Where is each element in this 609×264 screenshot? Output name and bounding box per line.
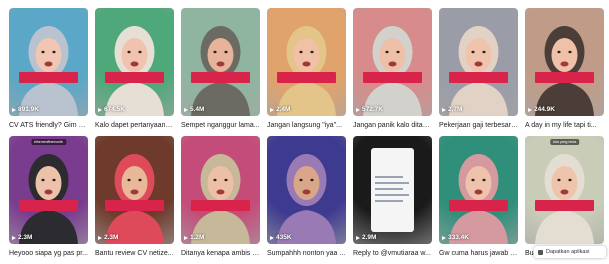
video-thumbnail[interactable]: 435K bbox=[267, 136, 346, 244]
play-icon bbox=[356, 107, 360, 112]
video-caption[interactable]: CV ATS friendly? Gim m... bbox=[9, 120, 88, 136]
video-caption[interactable]: Jangan langsung "iya"... bbox=[267, 120, 346, 136]
play-icon bbox=[98, 235, 102, 240]
video-thumbnail[interactable]: 244.9K bbox=[525, 8, 604, 116]
person-figure bbox=[105, 154, 164, 244]
view-count: 1.2M bbox=[184, 234, 204, 241]
get-app-label: Dapatkan aplikasi bbox=[546, 249, 590, 255]
video-caption[interactable]: Pekerjaan gaji terbesar ... bbox=[439, 120, 518, 136]
view-count-text: 891.9K bbox=[18, 106, 39, 113]
video-caption[interactable]: Sempet nganggur lama... bbox=[181, 120, 260, 136]
get-app-popup[interactable]: Dapatkan aplikasi bbox=[534, 246, 606, 258]
thumbnail-overlay-label bbox=[449, 200, 508, 211]
thumbnail-overlay-label bbox=[105, 200, 164, 211]
play-icon bbox=[442, 235, 446, 240]
view-count: 435K bbox=[270, 234, 292, 241]
video-caption[interactable]: Reply to @vmutiaraa w... bbox=[353, 248, 432, 264]
view-count: 2.7M bbox=[442, 106, 462, 113]
view-count: 2.3M bbox=[98, 234, 118, 241]
thumbnail-overlay-label bbox=[19, 72, 78, 83]
video-thumbnail[interactable]: 333.4K bbox=[439, 136, 518, 244]
video-thumbnail[interactable]: 891.9K bbox=[9, 8, 88, 116]
thumbnail-overlay-label bbox=[535, 72, 594, 83]
video-thumbnail[interactable]: Ada yang beda bbox=[525, 136, 604, 244]
person-figure bbox=[19, 26, 78, 116]
view-count: 891.9K bbox=[12, 106, 39, 113]
video-thumbnail[interactable]: 1.2M bbox=[181, 136, 260, 244]
video-grid: 891.9K 674.5K 5.4M 2.4M 572.7K 2.7M 244.… bbox=[9, 8, 604, 264]
person-figure bbox=[105, 26, 164, 116]
view-count: 2.3M bbox=[12, 234, 32, 241]
person-figure bbox=[277, 154, 336, 244]
video-thumbnail[interactable]: 2.3M bbox=[95, 136, 174, 244]
video-thumbnail[interactable]: 674.5K bbox=[95, 8, 174, 116]
thumbnail-top-tag: Ada yang beda bbox=[549, 139, 580, 145]
video-thumbnail[interactable]: 2.7M bbox=[439, 8, 518, 116]
view-count-text: 674.5K bbox=[104, 106, 125, 113]
view-count: 2.4M bbox=[270, 106, 290, 113]
person-figure bbox=[191, 26, 250, 116]
video-caption[interactable]: Gw cuma harus jawab b... bbox=[439, 248, 518, 264]
video-caption[interactable]: A day in my life tapi ti... bbox=[525, 120, 604, 136]
view-count-text: 435K bbox=[276, 234, 292, 241]
thumbnail-overlay-label bbox=[191, 72, 250, 83]
play-icon bbox=[98, 107, 102, 112]
view-count-text: 572.7K bbox=[362, 106, 383, 113]
person-figure bbox=[191, 154, 250, 244]
thumbnail-overlay-label bbox=[277, 72, 336, 83]
view-count: 5.4M bbox=[184, 106, 204, 113]
thumbnail-overlay-label bbox=[19, 200, 78, 211]
play-icon bbox=[184, 107, 188, 112]
view-count-text: 333.4K bbox=[448, 234, 469, 241]
play-icon bbox=[356, 235, 360, 240]
video-thumbnail[interactable]: 2.4M bbox=[267, 8, 346, 116]
play-icon bbox=[270, 107, 274, 112]
view-count: 2.9M bbox=[356, 234, 376, 241]
video-caption[interactable]: Jangan panik kalo ditan... bbox=[353, 120, 432, 136]
person-figure bbox=[535, 26, 594, 116]
person-figure bbox=[277, 26, 336, 116]
play-icon bbox=[12, 235, 16, 240]
thumbnail-overlay-label bbox=[363, 72, 422, 83]
view-count-text: 1.2M bbox=[190, 234, 205, 241]
video-caption[interactable]: Bantu review CV netize... bbox=[95, 248, 174, 264]
video-caption[interactable]: Ditanya kenapa ambis b... bbox=[181, 248, 260, 264]
view-count-text: 2.3M bbox=[104, 234, 119, 241]
view-count: 572.7K bbox=[356, 106, 383, 113]
view-count-text: 2.7M bbox=[448, 106, 463, 113]
view-count-text: 2.3M bbox=[18, 234, 33, 241]
play-icon bbox=[12, 107, 16, 112]
video-thumbnail[interactable]: #themeofthemonth 2.3M bbox=[9, 136, 88, 244]
video-caption[interactable]: Heyooo siapa yg pas pr... bbox=[9, 248, 88, 264]
thumbnail-overlay-label bbox=[535, 200, 594, 211]
thumbnail-overlay-label bbox=[449, 72, 508, 83]
view-count-text: 2.9M bbox=[362, 234, 377, 241]
person-figure bbox=[535, 154, 594, 244]
video-thumbnail[interactable]: 5.4M bbox=[181, 8, 260, 116]
person-figure bbox=[449, 154, 508, 244]
video-thumbnail[interactable]: 572.7K bbox=[353, 8, 432, 116]
video-thumbnail[interactable]: 2.9M bbox=[353, 136, 432, 244]
play-icon bbox=[184, 235, 188, 240]
person-figure bbox=[371, 148, 414, 232]
thumbnail-top-tag: #themeofthemonth bbox=[30, 139, 67, 145]
view-count-text: 5.4M bbox=[190, 106, 205, 113]
person-figure bbox=[19, 154, 78, 244]
thumbnail-overlay-label bbox=[191, 200, 250, 211]
view-count: 674.5K bbox=[98, 106, 125, 113]
thumbnail-overlay-label bbox=[105, 72, 164, 83]
person-figure bbox=[363, 26, 422, 116]
view-count: 244.9K bbox=[528, 106, 555, 113]
view-count: 333.4K bbox=[442, 234, 469, 241]
person-figure bbox=[449, 26, 508, 116]
play-icon bbox=[442, 107, 446, 112]
play-icon bbox=[528, 107, 532, 112]
view-count-text: 244.9K bbox=[534, 106, 555, 113]
video-caption[interactable]: Kalo dapet pertanyaan t... bbox=[95, 120, 174, 136]
play-icon bbox=[270, 235, 274, 240]
app-icon bbox=[538, 249, 543, 255]
video-caption[interactable]: Sumpahhh nonton yaa ... bbox=[267, 248, 346, 264]
view-count-text: 2.4M bbox=[276, 106, 291, 113]
